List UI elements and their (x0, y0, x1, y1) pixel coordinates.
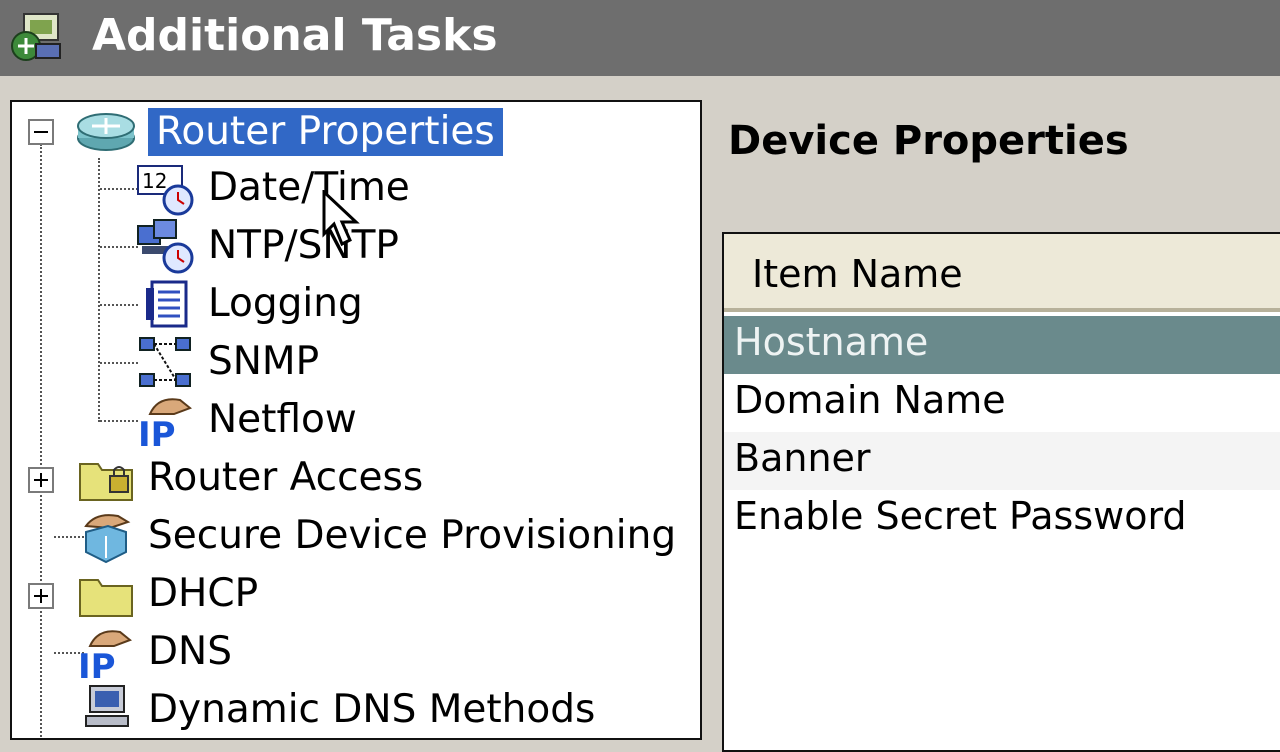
router-icon (77, 113, 135, 151)
table-row-banner[interactable]: Banner (724, 432, 1280, 490)
folder-icon (79, 579, 133, 617)
date-time-icon: 12 (137, 165, 194, 216)
tree-connector (100, 304, 138, 306)
tree-item-label: Logging (208, 281, 363, 326)
window-title: Additional Tasks (92, 10, 498, 61)
column-header-item-name[interactable]: Item Name (724, 234, 1280, 312)
row-label: Domain Name (734, 378, 1006, 422)
tree-item-logging[interactable]: Logging (136, 276, 536, 332)
svg-text:IP: IP (78, 647, 116, 680)
ntp-icon (137, 219, 194, 274)
column-header-label: Item Name (752, 252, 963, 296)
logging-icon (146, 280, 188, 328)
details-title: Device Properties (728, 118, 1129, 164)
tree-connector (100, 246, 138, 248)
tree-connector (100, 188, 138, 190)
tree-connector (100, 362, 138, 364)
tree-child-connector (98, 158, 100, 422)
row-label: Enable Secret Password (734, 494, 1187, 538)
table-row-hostname[interactable]: Hostname (724, 316, 1280, 374)
tree-item-dynamic-dns-methods[interactable]: Dynamic DNS Methods (12, 682, 700, 738)
tree-connector (100, 420, 138, 422)
tree-item-dns[interactable]: IP DNS (12, 624, 700, 680)
tree-item-label: Secure Device Provisioning (148, 513, 677, 558)
tree-item-label: DNS (148, 629, 232, 674)
collapse-toggle[interactable] (28, 119, 54, 145)
properties-table[interactable]: Item Name Hostname Domain Name Banner En… (722, 232, 1280, 752)
svg-text:IP: IP (138, 415, 176, 448)
tree-item-label: Router Properties (148, 108, 503, 156)
folder-lock-icon (79, 463, 133, 501)
tree-item-netflow[interactable]: IP Netflow (136, 392, 536, 448)
ip-hand-icon: IP (78, 630, 132, 680)
tree-item-label: SNMP (208, 339, 320, 384)
tree-item-label: Netflow (208, 397, 357, 442)
secure-provisioning-icon (84, 514, 131, 564)
tree-item-router-properties[interactable]: Router Properties (12, 102, 700, 158)
tree-item-label: NTP/SNTP (208, 223, 399, 268)
computer-icon (85, 685, 129, 727)
tree-item-label: DHCP (148, 571, 259, 616)
tree-item-label: Dynamic DNS Methods (148, 687, 596, 732)
mouse-cursor-icon (322, 190, 360, 247)
tree-item-label: Date/Time (208, 165, 410, 210)
snmp-icon (139, 337, 191, 387)
table-row-domain-name[interactable]: Domain Name (724, 374, 1280, 432)
svg-text:12: 12 (142, 169, 167, 193)
row-label: Hostname (734, 320, 929, 364)
expand-toggle[interactable] (28, 583, 54, 609)
tree-item-secure-device-provisioning[interactable]: Secure Device Provisioning (12, 508, 700, 564)
table-row-enable-secret-password[interactable]: Enable Secret Password (724, 490, 1280, 548)
row-label: Banner (734, 436, 871, 480)
ip-hand-icon: IP (138, 398, 192, 448)
tree-item-label: Router Access (148, 455, 424, 500)
title-bar: Additional Tasks (0, 0, 1280, 76)
tree-item-dhcp[interactable]: DHCP (12, 566, 700, 622)
tree-item-snmp[interactable]: SNMP (136, 334, 536, 390)
additional-tasks-icon (11, 13, 61, 61)
expand-toggle[interactable] (28, 467, 54, 493)
tree-item-router-access[interactable]: Router Access (12, 450, 700, 506)
